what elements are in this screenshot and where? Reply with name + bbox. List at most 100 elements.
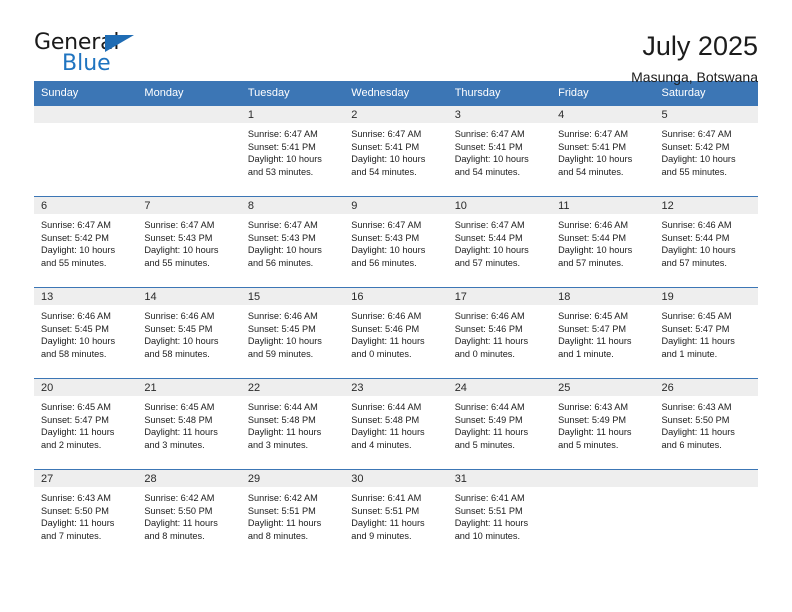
day-details: Sunrise: 6:47 AM Sunset: 5:43 PM Daylight:… (241, 214, 344, 269)
sunset-text: Sunset: 5:50 PM (144, 505, 213, 516)
daylight-text: Daylight: 10 hours and 54 minutes. (558, 154, 633, 177)
calendar-day-cell-empty (137, 105, 241, 197)
calendar-day-cell[interactable]: 3 Sunrise: 6:47 AM Sunset: 5:41 PM Daylight… (447, 105, 552, 197)
calendar-day-cell[interactable]: 21 Sunrise: 6:45 AM Sunset: 5:48 PM Dayligh… (137, 378, 241, 470)
calendar-day-cell[interactable]: 14 Sunrise: 6:46 AM Sunset: 5:45 PM Dayligh… (137, 287, 241, 379)
calendar-day-cell[interactable]: 5 Sunrise: 6:47 AM Sunset: 5:42 PM Daylight… (654, 105, 758, 197)
sunrise-text: Sunrise: 6:47 AM (661, 129, 732, 139)
sunset-text: Sunset: 5:46 PM (351, 323, 420, 334)
sunset-text: Sunset: 5:48 PM (247, 414, 316, 425)
day-details: Sunrise: 6:42 AM Sunset: 5:51 PM Daylight:… (241, 487, 344, 542)
daylight-text: Daylight: 10 hours and 59 minutes. (247, 336, 322, 359)
calendar-day-cell[interactable]: 12 Sunrise: 6:46 AM Sunset: 5:44 PM Dayligh… (654, 196, 758, 288)
sunset-text: Sunset: 5:44 PM (558, 232, 627, 243)
day-details: Sunrise: 6:46 AM Sunset: 5:46 PM Daylight:… (344, 305, 447, 360)
calendar-day-cell[interactable]: 28 Sunrise: 6:42 AM Sunset: 5:50 PM Dayligh… (137, 469, 241, 560)
sunset-text: Sunset: 5:47 PM (558, 323, 627, 334)
sunset-text: Sunset: 5:48 PM (144, 414, 213, 425)
day-number: 22 (240, 379, 345, 396)
day-number: 18 (551, 288, 655, 305)
calendar-day-cell[interactable]: 23 Sunrise: 6:44 AM Sunset: 5:48 PM Dayligh… (344, 378, 448, 470)
calendar-day-cell[interactable]: 17 Sunrise: 6:46 AM Sunset: 5:46 PM Dayligh… (447, 287, 552, 379)
day-details: Sunrise: 6:46 AM Sunset: 5:46 PM Daylight:… (448, 305, 551, 360)
sunset-text: Sunset: 5:41 PM (247, 141, 316, 152)
calendar-day-cell-empty (654, 469, 758, 560)
triangle-icon (105, 35, 134, 52)
calendar-day-cell[interactable]: 26 Sunrise: 6:43 AM Sunset: 5:50 PM Dayligh… (654, 378, 758, 470)
calendar-day-cell[interactable]: 31 Sunrise: 6:41 AM Sunset: 5:51 PM Dayligh… (447, 469, 552, 560)
day-number (654, 470, 758, 487)
sunset-text: Sunset: 5:43 PM (351, 232, 420, 243)
day-number (34, 106, 138, 123)
day-number: 16 (344, 288, 448, 305)
calendar-day-cell[interactable]: 16 Sunrise: 6:46 AM Sunset: 5:46 PM Dayligh… (344, 287, 448, 379)
sunset-text: Sunset: 5:45 PM (144, 323, 213, 334)
day-number: 13 (34, 288, 138, 305)
day-details: Sunrise: 6:45 AM Sunset: 5:48 PM Daylight:… (137, 396, 240, 451)
sunrise-text: Sunrise: 6:47 AM (351, 129, 422, 139)
day-number: 1 (240, 106, 345, 123)
calendar-day-cell[interactable]: 22 Sunrise: 6:44 AM Sunset: 5:48 PM Dayligh… (240, 378, 345, 470)
calendar-day-cell[interactable]: 2 Sunrise: 6:47 AM Sunset: 5:41 PM Daylight… (344, 105, 448, 197)
day-number: 31 (447, 470, 552, 487)
day-number: 14 (137, 288, 241, 305)
general-blue-logo[interactable]: General Blue (34, 32, 144, 80)
calendar-day-cell[interactable]: 10 Sunrise: 6:47 AM Sunset: 5:44 PM Dayligh… (447, 196, 552, 288)
calendar-day-cell[interactable]: 24 Sunrise: 6:44 AM Sunset: 5:49 PM Dayligh… (447, 378, 552, 470)
sunrise-text: Sunrise: 6:47 AM (41, 220, 111, 230)
day-details: Sunrise: 6:46 AM Sunset: 5:44 PM Daylight:… (551, 214, 654, 269)
sunrise-text: Sunrise: 6:45 AM (661, 311, 732, 321)
day-number: 10 (447, 197, 552, 214)
calendar-day-cell[interactable]: 8 Sunrise: 6:47 AM Sunset: 5:43 PM Daylight… (240, 196, 345, 288)
day-number: 2 (344, 106, 448, 123)
day-number: 20 (34, 379, 138, 396)
daylight-text: Daylight: 11 hours and 8 minutes. (144, 518, 218, 541)
daylight-text: Daylight: 11 hours and 5 minutes. (558, 427, 632, 450)
day-details: Sunrise: 6:43 AM Sunset: 5:49 PM Daylight:… (551, 396, 654, 451)
sunrise-text: Sunrise: 6:43 AM (661, 402, 732, 412)
day-number (551, 470, 655, 487)
calendar-day-cell[interactable]: 20 Sunrise: 6:45 AM Sunset: 5:47 PM Dayligh… (34, 378, 138, 470)
calendar-day-cell[interactable]: 7 Sunrise: 6:47 AM Sunset: 5:43 PM Daylight… (137, 196, 241, 288)
page-header: General Blue July 2025 Masunga, Botswana (34, 0, 758, 86)
daylight-text: Daylight: 10 hours and 55 minutes. (41, 245, 116, 268)
calendar-day-cell[interactable]: 4 Sunrise: 6:47 AM Sunset: 5:41 PM Daylight… (551, 105, 655, 197)
day-number: 24 (447, 379, 552, 396)
calendar-day-cell[interactable]: 1 Sunrise: 6:47 AM Sunset: 5:41 PM Daylight… (240, 105, 345, 197)
calendar-day-cell[interactable]: 11 Sunrise: 6:46 AM Sunset: 5:44 PM Dayligh… (551, 196, 655, 288)
day-number: 27 (34, 470, 138, 487)
calendar-day-cell[interactable]: 19 Sunrise: 6:45 AM Sunset: 5:47 PM Dayligh… (654, 287, 758, 379)
sunrise-text: Sunrise: 6:41 AM (454, 493, 525, 503)
sunrise-text: Sunrise: 6:47 AM (454, 220, 525, 230)
sunrise-text: Sunrise: 6:46 AM (558, 220, 629, 230)
day-number: 21 (137, 379, 241, 396)
day-number: 4 (551, 106, 655, 123)
calendar-day-cell[interactable]: 30 Sunrise: 6:41 AM Sunset: 5:51 PM Dayligh… (344, 469, 448, 560)
sunrise-text: Sunrise: 6:47 AM (247, 220, 318, 230)
weekday-header-wednesday: Wednesday (344, 81, 448, 106)
day-details: Sunrise: 6:45 AM Sunset: 5:47 PM Daylight:… (551, 305, 654, 360)
day-details: Sunrise: 6:46 AM Sunset: 5:45 PM Daylight:… (34, 305, 137, 360)
daylight-text: Daylight: 11 hours and 2 minutes. (41, 427, 115, 450)
calendar-week-row: 13 Sunrise: 6:46 AM Sunset: 5:45 PM Dayligh… (34, 287, 758, 379)
calendar-day-cell[interactable]: 6 Sunrise: 6:47 AM Sunset: 5:42 PM Daylight… (34, 196, 138, 288)
daylight-text: Daylight: 10 hours and 58 minutes. (41, 336, 116, 359)
day-details: Sunrise: 6:43 AM Sunset: 5:50 PM Daylight:… (34, 487, 137, 542)
daylight-text: Daylight: 11 hours and 0 minutes. (454, 336, 529, 359)
calendar-day-cell[interactable]: 9 Sunrise: 6:47 AM Sunset: 5:43 PM Daylight… (344, 196, 448, 288)
calendar-day-cell[interactable]: 25 Sunrise: 6:43 AM Sunset: 5:49 PM Dayligh… (551, 378, 655, 470)
day-number: 5 (654, 106, 758, 123)
day-number: 23 (344, 379, 448, 396)
sunset-text: Sunset: 5:44 PM (454, 232, 523, 243)
day-details: Sunrise: 6:46 AM Sunset: 5:45 PM Daylight:… (137, 305, 240, 360)
day-details: Sunrise: 6:43 AM Sunset: 5:50 PM Daylight:… (655, 396, 758, 451)
calendar-day-cell[interactable]: 15 Sunrise: 6:46 AM Sunset: 5:45 PM Dayligh… (240, 287, 345, 379)
sunrise-text: Sunrise: 6:45 AM (41, 402, 111, 412)
calendar-day-cell[interactable]: 29 Sunrise: 6:42 AM Sunset: 5:51 PM Dayligh… (240, 469, 345, 560)
calendar-day-cell[interactable]: 18 Sunrise: 6:45 AM Sunset: 5:47 PM Dayligh… (551, 287, 655, 379)
daylight-text: Daylight: 11 hours and 1 minute. (558, 336, 632, 359)
sunrise-text: Sunrise: 6:46 AM (144, 311, 215, 321)
calendar-day-cell[interactable]: 13 Sunrise: 6:46 AM Sunset: 5:45 PM Dayligh… (34, 287, 138, 379)
calendar-day-cell[interactable]: 27 Sunrise: 6:43 AM Sunset: 5:50 PM Dayligh… (34, 469, 138, 560)
sunrise-text: Sunrise: 6:46 AM (41, 311, 111, 321)
